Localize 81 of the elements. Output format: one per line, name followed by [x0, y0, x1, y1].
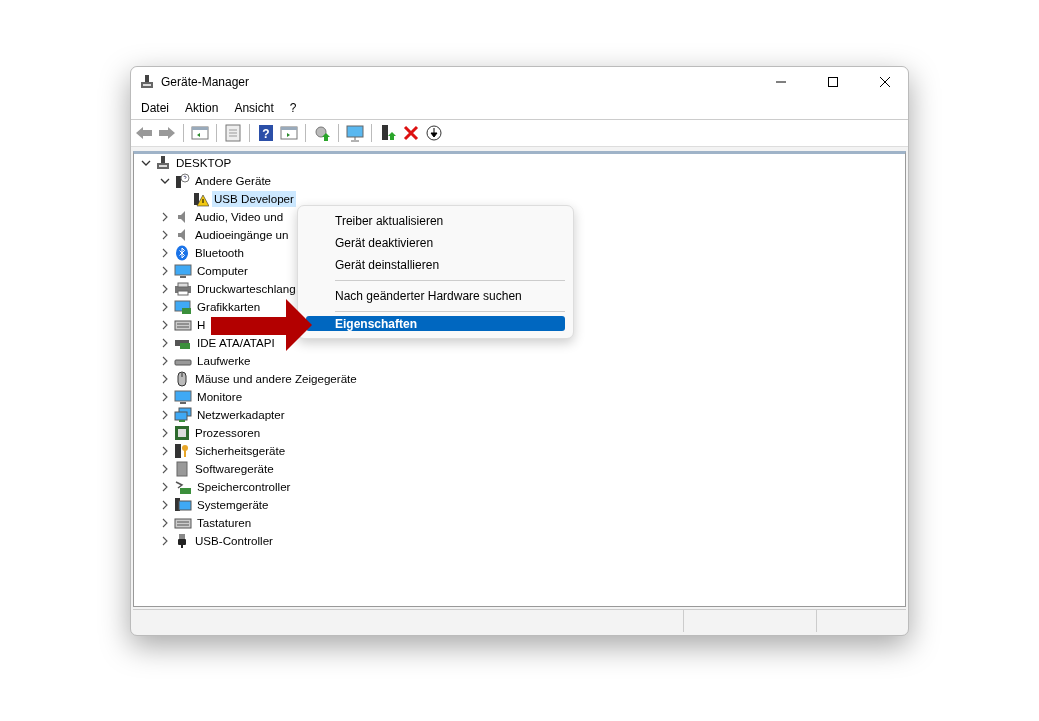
chevron-right-icon[interactable]	[160, 518, 170, 528]
chevron-right-icon[interactable]	[160, 428, 170, 438]
chevron-right-icon[interactable]	[160, 446, 170, 456]
chevron-right-icon[interactable]	[160, 356, 170, 366]
chevron-right-icon[interactable]	[160, 464, 170, 474]
context-menu-item[interactable]: Gerät deaktivieren	[306, 232, 565, 254]
context-menu-item[interactable]: Nach geänderter Hardware suchen	[306, 285, 565, 307]
tree-item[interactable]: H	[195, 317, 208, 333]
keyboard-icon	[174, 515, 192, 531]
menu-item[interactable]: ?	[281, 101, 305, 115]
chevron-right-icon[interactable]	[160, 284, 170, 294]
warning-device-icon	[193, 191, 209, 207]
panel-icon[interactable]	[280, 124, 298, 142]
system-icon	[174, 497, 192, 513]
context-menu-item[interactable]: Eigenschaften	[306, 316, 565, 331]
graphics-card-icon	[174, 299, 192, 315]
chevron-down-icon[interactable]	[141, 158, 151, 168]
key-icon	[174, 443, 190, 459]
chip-icon	[174, 425, 190, 441]
unknown-device-icon	[174, 173, 190, 189]
close-icon[interactable]	[880, 77, 890, 87]
tree-item[interactable]: IDE ATA/ATAPI	[195, 335, 277, 351]
chevron-right-icon[interactable]	[160, 266, 170, 276]
tree-item[interactable]: Systemgeräte	[195, 497, 271, 513]
chevron-right-icon[interactable]	[160, 536, 170, 546]
bluetooth-icon	[174, 245, 190, 261]
menu-item[interactable]: Ansicht	[226, 101, 282, 115]
tree-item[interactable]: Grafikkarten	[195, 299, 263, 315]
tree-item[interactable]: USB-Controller	[193, 533, 275, 549]
chevron-right-icon[interactable]	[160, 500, 170, 510]
back-arrow-icon[interactable]	[135, 124, 153, 142]
monitor-icon	[174, 389, 192, 405]
tree-item[interactable]: Druckwarteschlang	[195, 281, 298, 297]
tree-item[interactable]: Audioeingänge un	[193, 227, 291, 243]
storage-controller-icon	[174, 479, 192, 495]
device-box-icon	[174, 461, 190, 477]
tree-item[interactable]: Audio, Video und	[193, 209, 286, 225]
maximize-icon[interactable]	[828, 77, 838, 87]
panel-icon[interactable]	[191, 124, 209, 142]
tree-item[interactable]: Andere Geräte	[193, 173, 274, 189]
chevron-right-icon[interactable]	[160, 410, 170, 420]
printer-icon	[174, 281, 192, 297]
tree-item[interactable]: Mäuse und andere Zeigegeräte	[193, 371, 359, 387]
keyboard-icon	[174, 317, 192, 333]
computer-icon	[155, 155, 171, 171]
download-circle-icon[interactable]	[425, 124, 443, 142]
menu-item[interactable]: Aktion	[177, 101, 227, 115]
tree-item[interactable]: USB Developer	[212, 191, 296, 207]
mouse-icon	[174, 371, 190, 387]
chevron-right-icon[interactable]	[160, 230, 170, 240]
context-menu-item[interactable]: Treiber aktualisieren	[306, 210, 565, 232]
tree-item[interactable]: Laufwerke	[195, 353, 253, 369]
app-icon	[139, 74, 155, 90]
tree-item[interactable]: Computer	[195, 263, 250, 279]
tree-item[interactable]: Netzwerkadapter	[195, 407, 287, 423]
chevron-right-icon[interactable]	[160, 320, 170, 330]
tree-item[interactable]: Softwaregeräte	[193, 461, 276, 477]
chevron-right-icon[interactable]	[160, 374, 170, 384]
help-icon[interactable]: ?	[257, 124, 275, 142]
tree-item[interactable]: Sicherheitsgeräte	[193, 443, 288, 459]
chevron-right-icon[interactable]	[160, 302, 170, 312]
delete-icon[interactable]	[402, 124, 420, 142]
tree-item[interactable]: DESKTOP	[174, 155, 234, 171]
chevron-right-icon[interactable]	[160, 338, 170, 348]
tree-item[interactable]: Prozessoren	[193, 425, 263, 441]
menu-item[interactable]: Datei	[133, 101, 177, 115]
chevron-right-icon[interactable]	[160, 212, 170, 222]
chevron-down-icon[interactable]	[160, 176, 170, 186]
network-icon	[174, 407, 192, 423]
chevron-right-icon[interactable]	[160, 392, 170, 402]
forward-arrow-icon[interactable]	[158, 124, 176, 142]
context-menu-item[interactable]: Gerät deinstallieren	[306, 254, 565, 276]
chevron-right-icon[interactable]	[160, 482, 170, 492]
tree-item[interactable]: Speichercontroller	[195, 479, 293, 495]
device-upload-icon[interactable]	[379, 124, 397, 142]
tree-item[interactable]: Bluetooth	[193, 245, 246, 261]
tree-item[interactable]: Monitore	[195, 389, 245, 405]
tree-item[interactable]: Tastaturen	[195, 515, 254, 531]
chevron-right-icon[interactable]	[160, 248, 170, 258]
window-title: Geräte-Manager	[161, 75, 251, 89]
monitor-icon	[174, 263, 192, 279]
